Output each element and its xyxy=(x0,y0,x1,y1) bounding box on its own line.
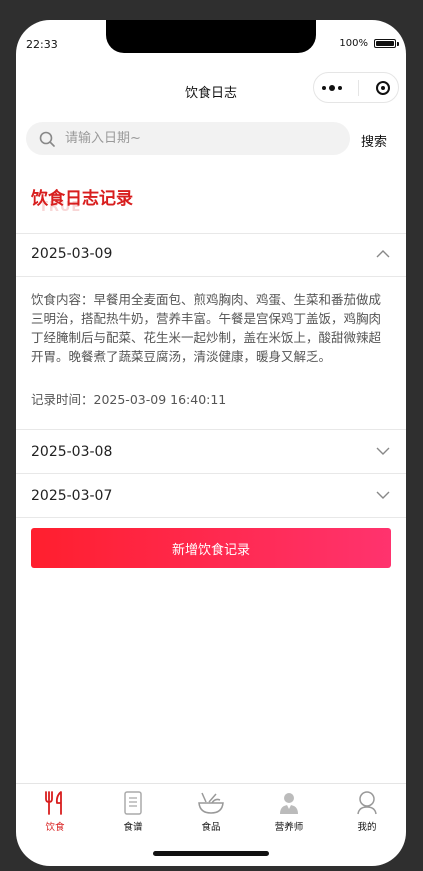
search-button[interactable]: 搜索 xyxy=(361,131,387,150)
chevron-down-icon xyxy=(376,447,390,455)
entry-date: 2025-03-09 xyxy=(31,246,113,262)
notch xyxy=(106,20,316,53)
tab-food[interactable]: 食品 xyxy=(172,784,250,844)
divider xyxy=(16,276,406,277)
tab-label: 饮食 xyxy=(45,822,65,833)
entry-date: 2025-03-08 xyxy=(31,444,113,460)
food-bowl-icon xyxy=(198,792,224,814)
tab-bar: 饮食 食谱 食品 营养师 我的 xyxy=(16,783,406,844)
entry-record-time: 记录时间：2025-03-09 16:40:11 xyxy=(31,392,227,407)
search-bar[interactable] xyxy=(26,122,350,155)
status-right: 100% xyxy=(339,38,399,49)
entry-header-2025-03-09[interactable]: 2025-03-09 xyxy=(16,234,406,274)
phone-frame: 22:33 100% 饮食日志 搜索 饮食日志记录 TRUE 2025-03-0… xyxy=(16,20,406,866)
battery-icon xyxy=(374,39,399,48)
watermark-text: TRUE xyxy=(39,200,82,215)
entry-date: 2025-03-07 xyxy=(31,488,113,504)
battery-percent: 100% xyxy=(339,38,368,49)
recipe-book-icon xyxy=(124,791,142,815)
entry-header-2025-03-08[interactable]: 2025-03-08 xyxy=(16,432,406,472)
miniprogram-capsule xyxy=(313,72,399,103)
tab-mine[interactable]: 我的 xyxy=(328,784,406,844)
tab-recipes[interactable]: 食谱 xyxy=(94,784,172,844)
capsule-divider xyxy=(358,79,360,96)
tab-label: 食品 xyxy=(201,822,221,833)
divider xyxy=(16,429,406,430)
tab-label: 营养师 xyxy=(274,822,304,833)
entry-content: 饮食内容：早餐用全麦面包、煎鸡胸肉、鸡蛋、生菜和番茄做成三明治，搭配热牛奶，营养… xyxy=(31,292,382,364)
nutritionist-icon xyxy=(280,793,298,814)
search-input[interactable] xyxy=(63,130,317,147)
user-icon xyxy=(357,791,377,815)
divider xyxy=(16,473,406,474)
tab-nutritionist[interactable]: 营养师 xyxy=(250,784,328,844)
search-icon xyxy=(39,131,55,147)
chevron-up-icon xyxy=(376,250,390,258)
status-time: 22:33 xyxy=(26,38,58,51)
entry-header-2025-03-07[interactable]: 2025-03-07 xyxy=(16,476,406,516)
fork-knife-icon xyxy=(45,791,62,815)
tab-label: 我的 xyxy=(357,822,377,833)
chevron-down-icon xyxy=(376,491,390,499)
home-indicator xyxy=(153,851,269,856)
tab-diet[interactable]: 饮食 xyxy=(16,784,94,844)
tab-label: 食谱 xyxy=(123,822,143,833)
more-icon[interactable] xyxy=(322,84,343,91)
add-diet-record-button[interactable]: 新增饮食记录 xyxy=(31,528,391,568)
close-target-icon[interactable] xyxy=(375,80,390,95)
divider xyxy=(16,517,406,518)
